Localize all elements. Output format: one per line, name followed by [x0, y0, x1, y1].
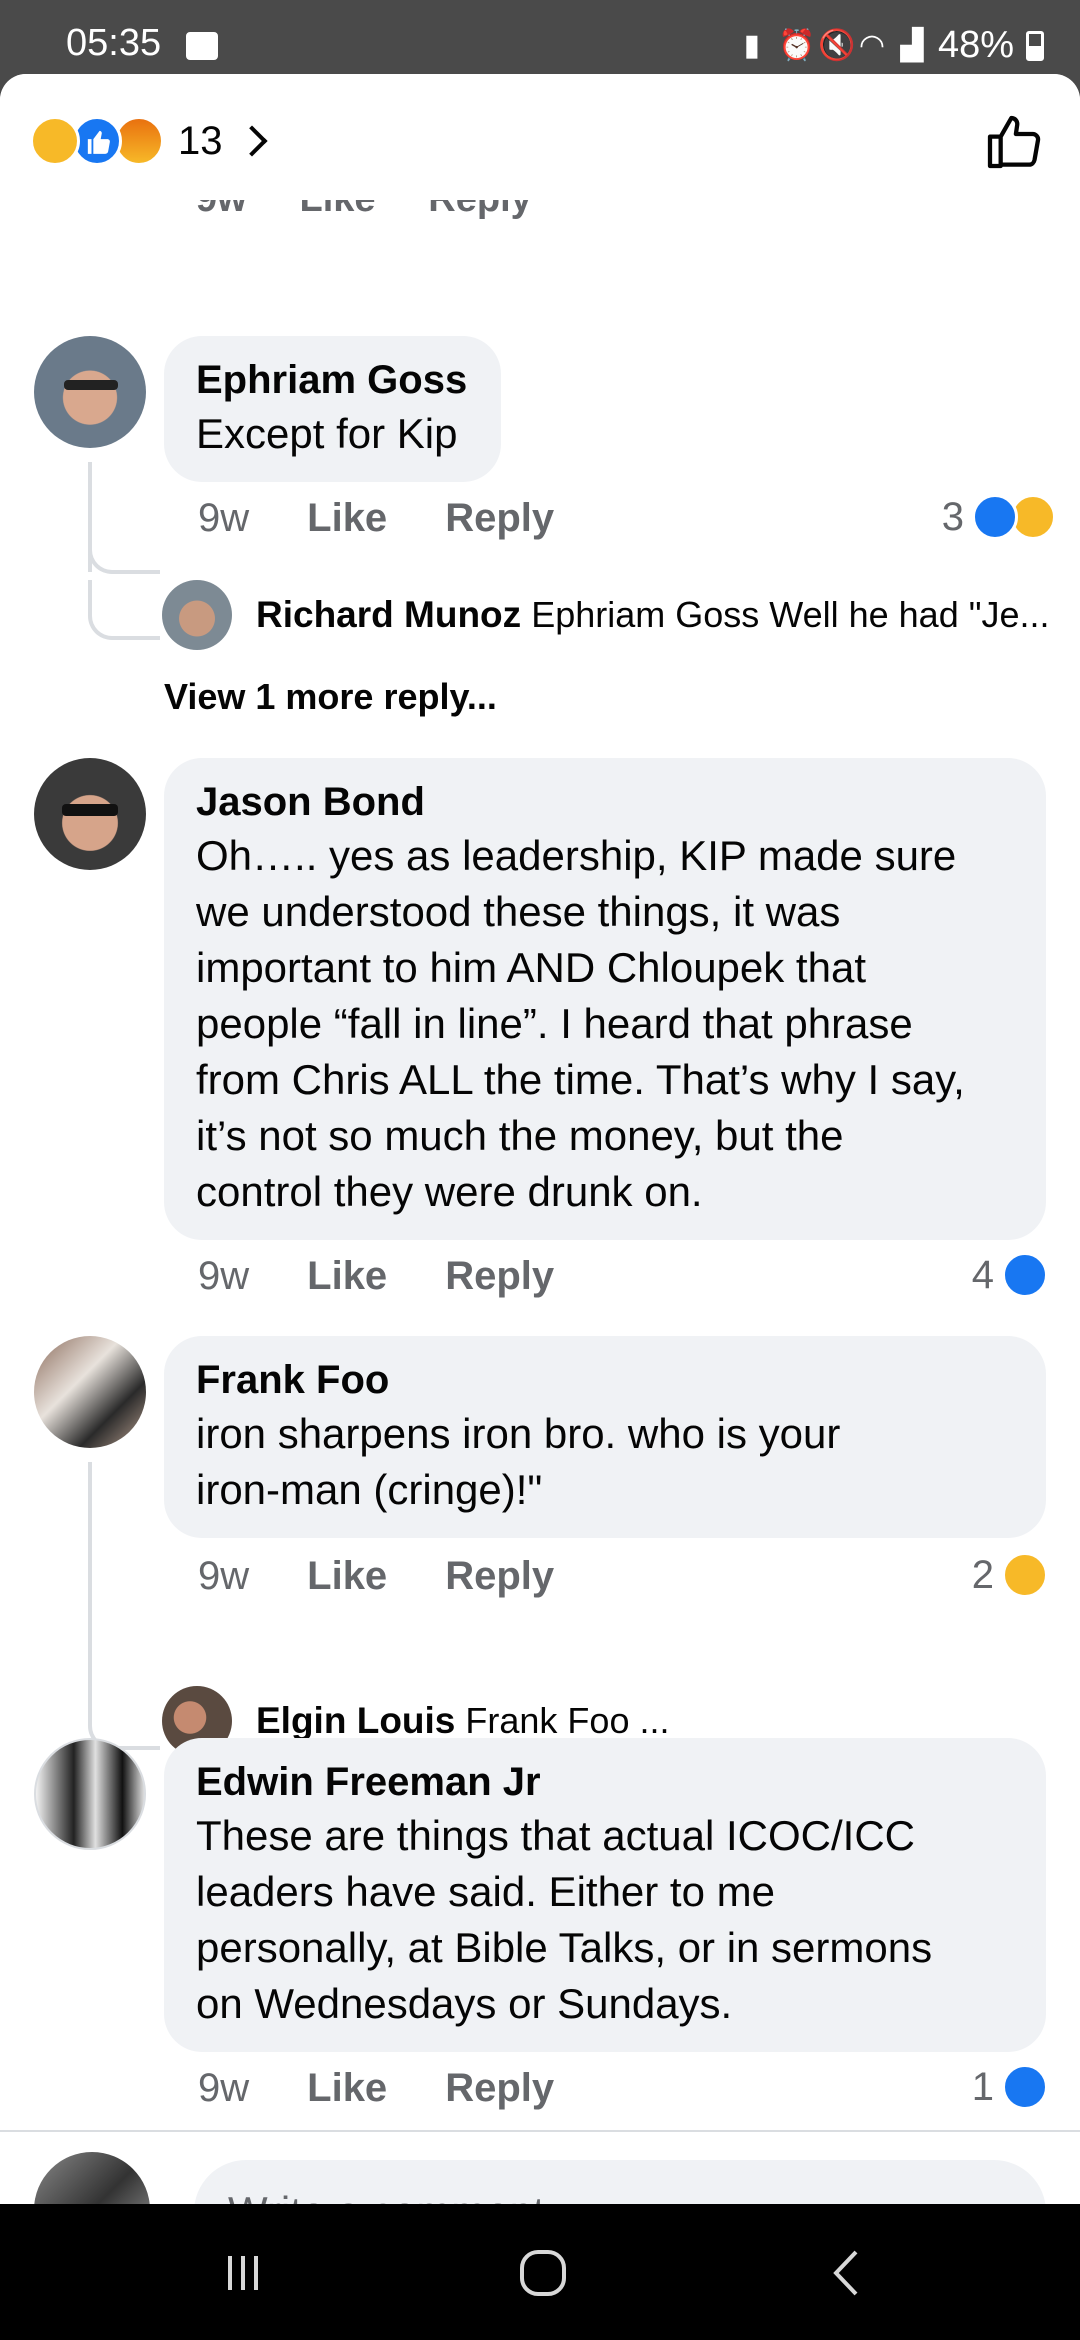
- battery-percent: 48%: [937, 24, 1014, 66]
- back-button[interactable]: [812, 2238, 882, 2308]
- comment-time[interactable]: 9w: [198, 2066, 249, 2111]
- avatar[interactable]: [34, 1336, 146, 1448]
- mute-icon: 🔇: [817, 28, 856, 62]
- chevron-right-icon: [235, 125, 268, 157]
- like-reaction-icon: [1002, 1252, 1048, 1298]
- like-link[interactable]: Like: [307, 2066, 387, 2111]
- avatar[interactable]: [34, 1738, 146, 1850]
- comment-text-line: These are things that actual ICOC/ICC: [196, 1812, 915, 1859]
- my-avatar[interactable]: [34, 2152, 150, 2204]
- reply-link[interactable]: Reply: [445, 2066, 554, 2111]
- comment-reactions[interactable]: 3: [941, 494, 1056, 540]
- reply-link[interactable]: Reply: [445, 496, 554, 541]
- reaction-count: 4: [971, 1252, 994, 1297]
- avatar[interactable]: [34, 758, 146, 870]
- status-time: 05:35: [66, 22, 162, 64]
- comment-time[interactable]: 9w: [198, 1254, 249, 1299]
- comment-author[interactable]: Edwin Freeman Jr: [196, 1756, 1012, 1808]
- thread-connector: [88, 1462, 160, 1750]
- status-indicators: ▮ ⏰ 🔇 ◠ ▟ 48%: [738, 24, 1044, 67]
- comment-time[interactable]: 9w: [198, 496, 249, 541]
- comment-time[interactable]: 9w: [198, 1554, 249, 1599]
- comment-text-line: it’s not so much the money, but the: [196, 1112, 844, 1159]
- comment-text-line: iron-man (cringe)!": [196, 1466, 543, 1513]
- reply-preview[interactable]: Richard Munoz Ephriam Goss Well he had "…: [256, 594, 1050, 636]
- like-button[interactable]: [982, 110, 1046, 174]
- alarm-icon: ⏰: [777, 28, 816, 62]
- comment-composer: [0, 2130, 1080, 2204]
- battery-saver-icon: ▮: [743, 28, 761, 62]
- comment-bubble[interactable]: Edwin Freeman Jr These are things that a…: [164, 1738, 1046, 2052]
- comment-text-line: Oh….. yes as leadership, KIP made sure: [196, 832, 957, 879]
- comment-text-line: iron sharpens iron bro. who is your: [196, 1410, 841, 1457]
- haha-reaction-icon: [1002, 1552, 1048, 1598]
- reactions-header: 13: [0, 74, 1080, 200]
- reply-link[interactable]: Reply: [445, 1554, 554, 1599]
- comment-text-line: we understood these things, it was: [196, 888, 841, 935]
- comment-author[interactable]: Jason Bond: [196, 776, 1012, 828]
- avatar[interactable]: [34, 336, 146, 448]
- image-notification-icon: [186, 32, 218, 60]
- comment-reactions[interactable]: 4: [972, 1252, 1048, 1298]
- like-reaction-icon: [1002, 2064, 1048, 2110]
- haha-reaction-icon: [30, 116, 80, 166]
- comment-text: Except for Kip: [196, 410, 458, 457]
- comment-text-line: people “fall in line”. I heard that phra…: [196, 1000, 913, 1047]
- comment-actions: 9w Like Reply: [198, 2066, 554, 2111]
- avatar[interactable]: [162, 580, 232, 650]
- reply-author[interactable]: Richard Munoz: [256, 594, 521, 635]
- reaction-count: 3: [941, 494, 964, 539]
- comment-actions: 9w Like Reply: [198, 496, 554, 541]
- view-more-replies-link[interactable]: View 1 more reply...: [164, 676, 497, 718]
- battery-icon: [1026, 30, 1044, 61]
- reply-link[interactable]: Reply: [445, 1254, 554, 1299]
- reaction-count: 1: [971, 2064, 994, 2109]
- comment-text-line: leaders have said. Either to me: [196, 1868, 775, 1915]
- comment-text-line: important to him AND Chloupek that: [196, 944, 866, 991]
- like-link[interactable]: Like: [307, 1254, 387, 1299]
- reply-author[interactable]: Elgin Louis: [256, 1700, 455, 1741]
- comments-sheet: 13 9w Like Reply Ephriam Goss Except for…: [0, 74, 1080, 2204]
- thread-connector: [88, 580, 160, 640]
- like-link[interactable]: Like: [307, 496, 387, 541]
- comment-text-line: personally, at Bible Talks, or in sermon…: [196, 1924, 933, 1971]
- reply-text: Ephriam Goss Well he had "Je...: [531, 594, 1050, 635]
- status-bar: 05:35 ▮ ⏰ 🔇 ◠ ▟ 48%: [0, 0, 1080, 74]
- comment-input[interactable]: [194, 2160, 1046, 2204]
- like-link[interactable]: Like: [307, 1554, 387, 1599]
- comment-text-line: on Wednesdays or Sundays.: [196, 1980, 733, 2027]
- reply-preview[interactable]: Elgin Louis Frank Foo ...: [256, 1700, 669, 1742]
- home-button[interactable]: [508, 2238, 578, 2308]
- comment-list[interactable]: 9w Like Reply Ephriam Goss Except for Ki…: [0, 178, 1080, 2130]
- comment-text-line: control they were drunk on.: [196, 1168, 703, 1215]
- wifi-icon: ◠: [858, 28, 886, 62]
- comment-reactions[interactable]: 1: [972, 2064, 1048, 2110]
- comment-author[interactable]: Ephriam Goss: [196, 354, 467, 406]
- recent-apps-button[interactable]: [208, 2238, 278, 2308]
- comment-bubble[interactable]: Frank Foo iron sharpens iron bro. who is…: [164, 1336, 1046, 1538]
- like-reaction-icon: [972, 494, 1018, 540]
- comment-actions: 9w Like Reply: [198, 1554, 554, 1599]
- comment-author[interactable]: Frank Foo: [196, 1354, 1012, 1406]
- comment-bubble[interactable]: Ephriam Goss Except for Kip: [164, 336, 502, 482]
- signal-icon: ▟: [900, 28, 924, 62]
- reaction-count: 13: [178, 118, 223, 163]
- comment-text-line: from Chris ALL the time. That’s why I sa…: [196, 1056, 965, 1103]
- reaction-summary[interactable]: 13: [30, 116, 268, 166]
- thread-connector: [88, 500, 160, 574]
- comment-reactions[interactable]: 2: [972, 1552, 1048, 1598]
- reply-text: Frank Foo ...: [465, 1700, 670, 1741]
- reaction-count: 2: [971, 1552, 994, 1597]
- system-navigation-bar: [0, 2204, 1080, 2340]
- comment-actions: 9w Like Reply: [198, 1254, 554, 1299]
- comment-bubble[interactable]: Jason Bond Oh….. yes as leadership, KIP …: [164, 758, 1046, 1240]
